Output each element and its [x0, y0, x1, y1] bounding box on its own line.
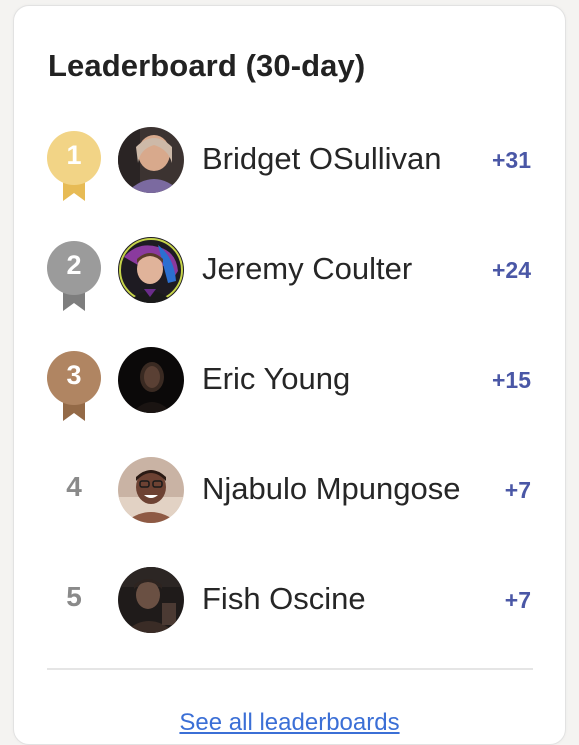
- leaderboard-row[interactable]: 4 Njabulo Mpungose +7: [14, 457, 565, 547]
- user-name[interactable]: Bridget OSullivan: [202, 141, 442, 177]
- see-all-leaderboards-link[interactable]: See all leaderboards: [14, 709, 565, 737]
- user-name[interactable]: Fish Oscine: [202, 581, 366, 617]
- user-name[interactable]: Njabulo Mpungose: [202, 471, 461, 507]
- avatar[interactable]: [118, 457, 184, 523]
- bronze-medal-icon: 3: [47, 349, 101, 425]
- rank-number: 1: [66, 140, 82, 170]
- score-value: +24: [491, 257, 531, 283]
- silver-medal-icon: 2: [47, 239, 101, 315]
- rank-number: 4: [66, 471, 82, 502]
- gold-medal-icon: 1: [47, 129, 101, 205]
- rank-number: 5: [66, 581, 82, 612]
- divider: [47, 668, 533, 670]
- score-value: +7: [504, 587, 531, 613]
- score-value: +15: [491, 367, 531, 393]
- user-name[interactable]: Jeremy Coulter: [202, 251, 412, 287]
- leaderboard-row[interactable]: 3 Eric Young +15: [14, 347, 565, 437]
- score-value: +7: [504, 477, 531, 503]
- leaderboard-title: Leaderboard (30-day): [48, 48, 366, 83]
- avatar[interactable]: [118, 347, 184, 413]
- leaderboard-row[interactable]: 5 Fish Oscine +7: [14, 567, 565, 657]
- leaderboard-row[interactable]: 2 Jeremy Coulter +24: [14, 237, 565, 327]
- leaderboard-card: Leaderboard (30-day) 1 Bridget OSullivan…: [13, 5, 566, 745]
- user-name[interactable]: Eric Young: [202, 361, 350, 397]
- rank-number: 2: [66, 250, 82, 280]
- avatar[interactable]: [118, 127, 184, 193]
- leaderboard-row[interactable]: 1 Bridget OSullivan +31: [14, 127, 565, 217]
- avatar[interactable]: [118, 237, 184, 303]
- rank-number: 3: [66, 360, 82, 390]
- score-value: +31: [491, 147, 531, 173]
- avatar[interactable]: [118, 567, 184, 633]
